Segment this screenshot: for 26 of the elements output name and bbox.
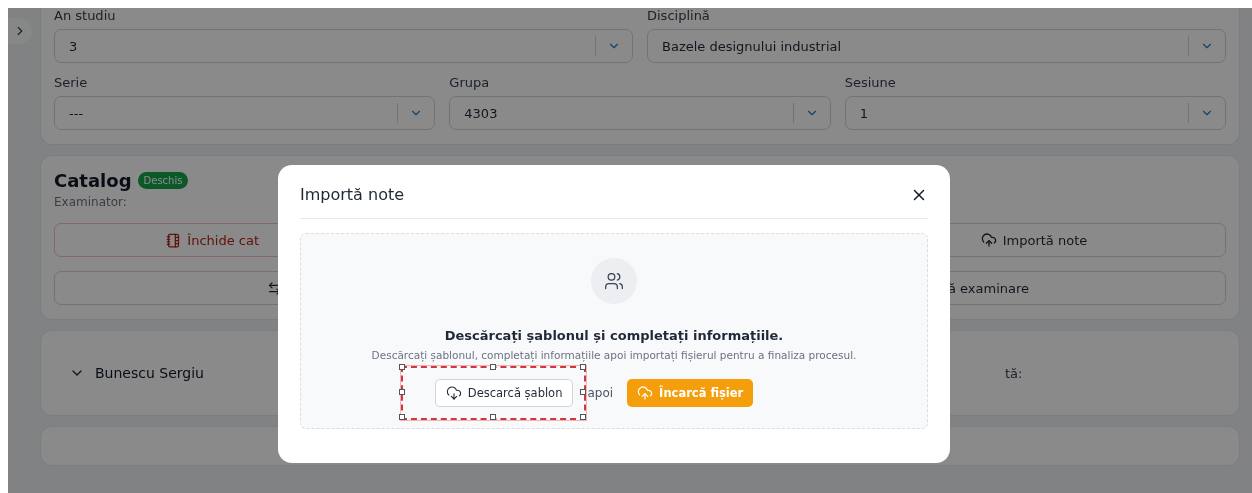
cloud-download-icon bbox=[445, 385, 462, 401]
select-field[interactable]: 3 bbox=[54, 29, 633, 63]
cloud-upload-icon bbox=[980, 232, 997, 248]
upload-description: Descărcați șablonul, completați informațiile apoi importați fișierul pentru a finaliza procesul. bbox=[371, 349, 857, 361]
dialog-title: Importă note bbox=[300, 185, 405, 204]
status-badge: Deschis bbox=[137, 172, 189, 189]
select-field[interactable]: 4303 bbox=[449, 96, 831, 130]
sidebar-toggle-button[interactable] bbox=[8, 18, 32, 44]
select-field[interactable]: Bazele designului industrial bbox=[647, 29, 1226, 63]
notebook-icon bbox=[166, 232, 182, 248]
users-icon bbox=[591, 258, 637, 304]
cloud-upload-icon bbox=[637, 385, 654, 401]
catalog-title: Catalog bbox=[54, 170, 132, 191]
examiner-label: Examinator: bbox=[54, 195, 127, 209]
field-label: Sesiune bbox=[844, 75, 897, 90]
separator-text: apoi bbox=[587, 386, 614, 400]
field-label: Grupa bbox=[449, 75, 491, 90]
student-detail-label: tă: bbox=[1005, 365, 1023, 381]
field-label: Disciplină bbox=[647, 8, 711, 23]
student-name: Bunescu Sergiu bbox=[95, 365, 205, 381]
select-field[interactable]: --- bbox=[54, 96, 436, 130]
select-field[interactable]: 1 bbox=[844, 96, 1226, 130]
field-label: Serie bbox=[54, 75, 89, 90]
upload-heading: Descărcați șablonul și completați informațiile. bbox=[444, 328, 784, 343]
field-label: An studiu bbox=[54, 8, 117, 23]
download-template-button[interactable]: Descarcă șablon bbox=[434, 379, 574, 407]
